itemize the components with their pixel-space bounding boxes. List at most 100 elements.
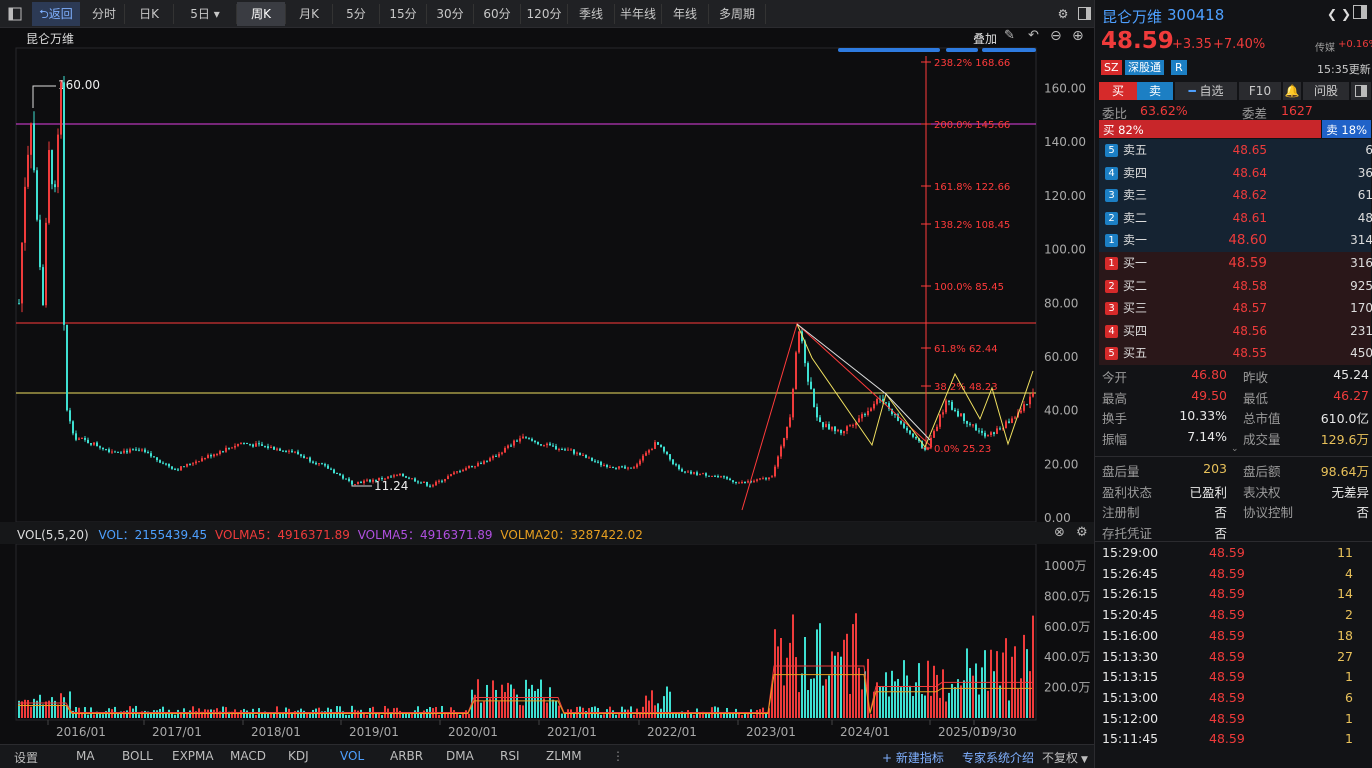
date-axis-label: 2017/01 — [152, 725, 202, 739]
undo-icon[interactable]: ↶ — [1028, 28, 1039, 43]
f10-button[interactable]: F10 — [1239, 82, 1281, 100]
ask-button[interactable]: 问股 — [1303, 82, 1349, 100]
volume-bar — [525, 679, 527, 718]
period-tab-10[interactable]: 季线 — [568, 2, 614, 26]
indicator-ma[interactable]: MA — [76, 749, 95, 763]
prev-stock-icon[interactable]: ❮ — [1327, 7, 1337, 21]
zoom-in-icon[interactable]: ⊕ — [1072, 28, 1084, 44]
trade-time: 15:11:45 — [1102, 731, 1159, 747]
indicator-dma[interactable]: DMA — [446, 749, 474, 763]
bid-row-1[interactable]: 1 买一 48.59 316 — [1099, 252, 1372, 274]
volume-bar — [870, 713, 872, 718]
settings-button[interactable]: 设置 — [14, 749, 38, 766]
period-tab-3[interactable]: 周K — [237, 2, 285, 26]
volume-bar — [957, 679, 959, 718]
volume-bar — [480, 702, 482, 718]
period-tab-5[interactable]: 5分 — [333, 2, 379, 26]
indicator-kdj[interactable]: KDJ — [288, 749, 309, 763]
period-tab-2[interactable]: 5日 ▾ — [174, 2, 236, 26]
fib-level-label: 38.2% 48.23 — [934, 382, 998, 393]
candle-body — [150, 453, 152, 457]
period-tab-11[interactable]: 半年线 — [615, 2, 661, 26]
volume-bar — [1005, 638, 1007, 718]
ask-row-3[interactable]: 3 卖三 48.62 61 — [1099, 184, 1372, 206]
period-tab-6[interactable]: 15分 — [380, 2, 426, 26]
period-tab-7[interactable]: 30分 — [427, 2, 473, 26]
zoom-out-icon[interactable]: ⊖ — [1050, 28, 1062, 44]
expert-system-link[interactable]: 专家系统介绍 — [962, 749, 1034, 766]
indicator-macd[interactable]: MACD — [230, 749, 266, 763]
indicator-boll[interactable]: BOLL — [122, 749, 153, 763]
overlay-button[interactable]: 叠加 — [973, 30, 997, 47]
market-tag: SZ — [1101, 60, 1122, 75]
adjust-select[interactable]: 不复权 ▼ — [1042, 749, 1088, 766]
ask-row-2[interactable]: 2 卖二 48.61 48 — [1099, 207, 1372, 229]
bid-row-4[interactable]: 4 买四 48.56 231 — [1099, 320, 1372, 342]
bid-row-5[interactable]: 5 买五 48.55 450 — [1099, 342, 1372, 364]
candle-body — [570, 449, 572, 451]
candle-body — [555, 446, 557, 450]
more-dots-icon[interactable]: ⋮ — [612, 749, 624, 763]
ask-row-4[interactable]: 4 卖四 48.64 36 — [1099, 162, 1372, 184]
next-stock-icon[interactable]: ❯ — [1341, 7, 1351, 21]
period-tab-8[interactable]: 60分 — [474, 2, 520, 26]
stat-value: 46.80 — [1191, 367, 1227, 382]
indicator-arbr[interactable]: ARBR — [390, 749, 423, 763]
stat-label: 盘后量 — [1102, 464, 1140, 479]
volume-bar — [249, 714, 251, 718]
candle-body — [585, 454, 587, 458]
expand-panel-icon[interactable] — [1353, 5, 1367, 22]
new-indicator-button[interactable]: + 新建指标 — [882, 749, 944, 766]
panel-toggle-icon[interactable] — [1076, 2, 1092, 26]
bell-icon[interactable]: 🔔 — [1283, 82, 1301, 100]
buy-button[interactable]: 买 — [1099, 82, 1137, 100]
trade-volume: 14 — [1337, 586, 1353, 602]
settings-gear-icon[interactable]: ⚙ — [1054, 2, 1072, 26]
candle-body — [228, 447, 230, 449]
watchlist-button[interactable]: ━ 自选 — [1175, 82, 1237, 100]
bid-row-3[interactable]: 3 买三 48.57 170 — [1099, 297, 1372, 319]
period-tab-1[interactable]: 日K — [125, 2, 173, 26]
indicator-vol[interactable]: VOL — [340, 749, 364, 763]
period-tab-12[interactable]: 年线 — [662, 2, 708, 26]
stat-label: 表决权 — [1243, 484, 1281, 500]
candle-body — [189, 463, 191, 465]
trade-price: 48.59 — [1209, 710, 1245, 726]
trade-row: 15:26:15 48.59 14 — [1095, 584, 1372, 605]
expand-chevron-icon[interactable]: ⌄ — [1231, 444, 1239, 454]
volume-bar — [885, 672, 887, 718]
stat-value: 98.64万 — [1320, 464, 1369, 479]
vol-settings-gear-icon[interactable]: ⚙ — [1076, 525, 1088, 540]
indicator-expma[interactable]: EXPMA — [172, 749, 214, 763]
close-vol-icon[interactable]: ⊗ — [1054, 525, 1065, 540]
volume-bar — [960, 685, 962, 718]
candle-body — [624, 466, 626, 469]
date-axis-label: 2018/01 — [251, 725, 301, 739]
indicator-zlmm[interactable]: ZLMM — [546, 749, 582, 763]
ask-row-1[interactable]: 1 卖一 48.60 314 — [1099, 229, 1372, 251]
chevron-down-icon[interactable]: ▾ — [210, 7, 220, 21]
ask-row-5[interactable]: 5 卖五 48.65 6 — [1099, 139, 1372, 161]
period-tab-13[interactable]: 多周期 — [709, 2, 765, 26]
candle-body — [60, 82, 62, 135]
period-tab-9[interactable]: 120分 — [521, 2, 567, 26]
period-tab-0[interactable]: 分时 — [84, 2, 124, 26]
candle-body — [618, 466, 620, 469]
trade-list[interactable]: 15:29:00 48.59 11 15:26:45 48.59 4 15:26:15 48.… — [1095, 543, 1372, 761]
stat-value: 7.14% — [1187, 429, 1227, 445]
period-tab-4[interactable]: 月K — [286, 2, 332, 26]
layout-icon[interactable] — [1351, 82, 1371, 100]
candle-body — [204, 457, 206, 459]
back-button[interactable]: ⮌返回 — [32, 2, 80, 26]
brush-icon[interactable]: ✎ — [1004, 28, 1015, 43]
bid-row-2[interactable]: 2 买二 48.58 925 — [1099, 275, 1372, 297]
indicator-rsi[interactable]: RSI — [500, 749, 520, 763]
volume-bar — [42, 704, 44, 718]
volume-bar — [783, 685, 785, 718]
sector-name[interactable]: 传媒 — [1315, 39, 1335, 54]
candle-body — [1032, 393, 1034, 397]
sidebar-toggle-icon[interactable] — [4, 2, 26, 26]
kline-chart[interactable]: 160.00 140.00 120.00 100.00 80.00 60.00 40.00 2… — [0, 28, 1094, 744]
sell-button[interactable]: 卖 — [1137, 82, 1173, 100]
candle-body — [213, 454, 215, 457]
